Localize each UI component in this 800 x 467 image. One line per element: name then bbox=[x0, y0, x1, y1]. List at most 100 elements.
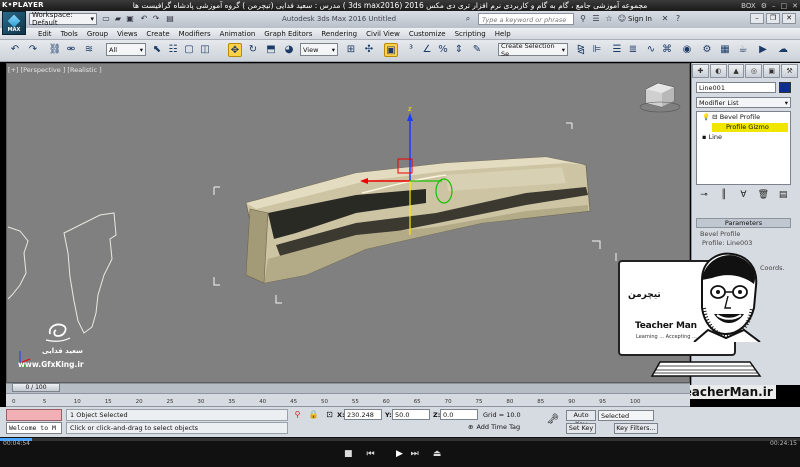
utilities-tab-icon[interactable]: ⚒ bbox=[781, 64, 798, 78]
player-maximize-icon[interactable]: □ bbox=[781, 2, 788, 10]
search-input[interactable]: Type a keyword or phrase bbox=[478, 13, 574, 25]
menu-help[interactable]: Help bbox=[495, 28, 520, 39]
user-icon[interactable]: ☺ bbox=[617, 14, 627, 24]
menu-create[interactable]: Create bbox=[146, 28, 178, 39]
auto-key-button[interactable]: Auto Key bbox=[566, 410, 596, 428]
reference-coordinate-dropdown[interactable]: View ▾ bbox=[300, 43, 338, 56]
menu-views[interactable]: Views bbox=[117, 28, 146, 39]
redo-icon[interactable]: ↷ bbox=[151, 14, 161, 24]
mirror-icon[interactable]: ⧎ bbox=[574, 43, 588, 57]
toggle-layer-explorer-icon[interactable]: ≣ bbox=[626, 43, 640, 57]
new-file-icon[interactable]: ▭ bbox=[101, 14, 111, 24]
menu-customize[interactable]: Customize bbox=[409, 28, 455, 39]
bind-space-warp-icon[interactable]: ≋ bbox=[82, 43, 96, 57]
save-file-icon[interactable]: ▣ bbox=[125, 14, 135, 24]
undo-icon[interactable]: ↶ bbox=[139, 14, 149, 24]
window-crossing-icon[interactable]: ◫ bbox=[198, 43, 212, 57]
time-slider-track[interactable] bbox=[6, 383, 690, 393]
link-icon[interactable]: ⛓ bbox=[48, 43, 62, 57]
percent-snap-icon[interactable]: % bbox=[436, 43, 450, 57]
display-tab-icon[interactable]: ▣ bbox=[763, 64, 781, 78]
select-by-name-icon[interactable]: ☷ bbox=[166, 43, 180, 57]
viewcube[interactable] bbox=[639, 82, 681, 113]
player-seek-bar[interactable] bbox=[0, 438, 800, 441]
z-coordinate-field[interactable]: 0.0 bbox=[440, 409, 478, 420]
player-minimize-icon[interactable]: – bbox=[772, 2, 776, 10]
stack-item-profile-gizmo[interactable]: Profile Gizmo bbox=[712, 123, 788, 132]
player-stop-icon[interactable]: ■ bbox=[344, 449, 353, 459]
spinner-snap-icon[interactable]: ⇕ bbox=[452, 43, 466, 57]
close-icon[interactable]: ✕ bbox=[782, 13, 796, 24]
keyboard-shortcut-override-icon[interactable]: ▣ bbox=[384, 43, 398, 57]
communication-center-icon[interactable]: ☰ bbox=[591, 14, 601, 24]
align-icon[interactable]: ⊫ bbox=[590, 43, 604, 57]
hierarchy-tab-icon[interactable]: ▲ bbox=[727, 64, 745, 78]
select-and-manipulate-icon[interactable]: ✣ bbox=[362, 43, 376, 57]
redo-icon[interactable]: ↷ bbox=[26, 43, 40, 57]
remove-modifier-icon[interactable]: 🗑 bbox=[757, 189, 770, 202]
angle-snap-icon[interactable]: ∠ bbox=[420, 43, 434, 57]
a360-render-icon[interactable]: ☁ bbox=[776, 43, 790, 57]
isolate-selection-icon[interactable]: ⚲ bbox=[292, 409, 303, 420]
modify-tab-icon[interactable]: ◐ bbox=[709, 64, 727, 78]
player-open-icon[interactable]: ⏏ bbox=[433, 449, 442, 459]
player-settings-icon[interactable]: ⚙ bbox=[761, 2, 767, 10]
object-name-field[interactable]: Line001 bbox=[696, 82, 776, 93]
add-time-tag[interactable]: ⊕ Add Time Tag bbox=[468, 423, 520, 431]
render-production-icon[interactable]: ☕ bbox=[736, 43, 750, 57]
edit-named-selection-icon[interactable]: ✎ bbox=[470, 43, 484, 57]
binoculars-icon[interactable]: ⌕ bbox=[463, 14, 473, 24]
modifier-list-dropdown[interactable]: Modifier List ▾ bbox=[696, 97, 791, 108]
unlink-icon[interactable]: ⚮ bbox=[64, 43, 78, 57]
selection-region-icon[interactable]: ▢ bbox=[182, 43, 196, 57]
menu-tools[interactable]: Tools bbox=[61, 28, 87, 39]
select-object-icon[interactable]: ⬉ bbox=[150, 43, 164, 57]
menu-animation[interactable]: Animation bbox=[220, 28, 265, 39]
object-color-swatch[interactable] bbox=[779, 82, 791, 93]
named-selection-set-dropdown[interactable]: Create Selection Se ▾ bbox=[498, 42, 568, 58]
undo-icon[interactable]: ↶ bbox=[8, 43, 22, 57]
menu-scripting[interactable]: Scripting bbox=[455, 28, 495, 39]
sign-in-link[interactable]: Sign In bbox=[628, 15, 652, 23]
workspace-dropdown[interactable]: Workspace: Default ▾ bbox=[29, 11, 97, 27]
key-selection-dropdown[interactable]: Selected bbox=[598, 410, 654, 421]
maxscript-mini-listener[interactable]: Welcome to M bbox=[6, 422, 62, 434]
open-file-icon[interactable]: ▰ bbox=[113, 14, 123, 24]
menu-group[interactable]: Group bbox=[87, 28, 117, 39]
create-tab-icon[interactable]: ✚ bbox=[692, 64, 709, 78]
make-unique-icon[interactable]: ∀ bbox=[737, 189, 750, 202]
select-and-scale-icon[interactable]: ⬒ bbox=[264, 43, 278, 57]
rendered-frame-window-icon[interactable]: ▦ bbox=[718, 43, 732, 57]
menu-rendering[interactable]: Rendering bbox=[321, 28, 366, 39]
stack-item-line[interactable]: ▪ Line bbox=[700, 133, 722, 142]
select-and-place-icon[interactable]: ◕ bbox=[282, 43, 296, 57]
help-icon[interactable]: ? bbox=[673, 14, 683, 24]
configure-modifier-sets-icon[interactable]: ▤ bbox=[777, 189, 790, 202]
restore-icon[interactable]: ❐ bbox=[766, 13, 780, 24]
player-play-icon[interactable]: ▶ bbox=[396, 449, 403, 459]
set-keys-key-icon[interactable]: 🗝 bbox=[545, 413, 561, 427]
material-editor-icon[interactable]: ◉ bbox=[680, 43, 694, 57]
show-end-result-icon[interactable]: ║ bbox=[717, 189, 730, 202]
maxscript-listener-output[interactable] bbox=[6, 409, 62, 421]
parameters-rollout-header[interactable]: Parameters bbox=[696, 218, 791, 228]
menu-graph-editors[interactable]: Graph Editors bbox=[264, 28, 321, 39]
player-previous-icon[interactable]: ⏮ bbox=[367, 449, 375, 459]
project-folder-icon[interactable]: ▤ bbox=[165, 14, 175, 24]
stack-item-bevel-profile[interactable]: 💡 ⊟ Bevel Profile bbox=[700, 113, 760, 122]
pivot-center-icon[interactable]: ⊞ bbox=[344, 43, 358, 57]
render-setup-icon[interactable]: ⚙ bbox=[700, 43, 714, 57]
render-iterative-icon[interactable]: ▶ bbox=[756, 43, 770, 57]
select-and-move-icon[interactable]: ✥ bbox=[228, 43, 242, 57]
y-coordinate-field[interactable]: 50.0 bbox=[392, 409, 430, 420]
minimize-icon[interactable]: – bbox=[750, 13, 764, 24]
schematic-view-icon[interactable]: ⌘ bbox=[660, 43, 674, 57]
curve-editor-icon[interactable]: ∿ bbox=[644, 43, 658, 57]
player-next-icon[interactable]: ⏭ bbox=[411, 449, 419, 459]
lightbulb-icon[interactable]: 💡 bbox=[702, 113, 710, 121]
x-coordinate-field[interactable]: 230.248 bbox=[344, 409, 382, 420]
selection-lock-icon[interactable]: 🔒 bbox=[308, 409, 319, 420]
snaps-toggle-icon[interactable]: ³ bbox=[404, 43, 418, 57]
application-button[interactable]: MAX bbox=[2, 11, 26, 35]
motion-tab-icon[interactable]: ◎ bbox=[745, 64, 763, 78]
